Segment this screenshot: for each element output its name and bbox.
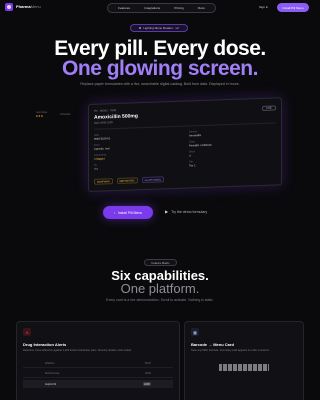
feature-card-interactions[interactable]: ⚠ Drug Interaction Alerts Real-time cros… — [16, 321, 180, 400]
row-value: MOD — [145, 372, 151, 375]
product-preview-card: RX · MENU · ITEM Amoxicillin 500mg NDC 0… — [88, 97, 282, 192]
field-key: NDC — [94, 133, 100, 137]
demo-button-label: Try the demo formulary — [171, 209, 208, 214]
row-key: Methotrexate — [45, 372, 60, 375]
card-field: Stock In — [189, 150, 195, 157]
row-severity-tag: LOW — [142, 382, 151, 386]
barcode-graphic — [219, 364, 269, 371]
card-field: Class Penicillin / Antibiotic — [189, 140, 212, 148]
hero-badge: Lighting Menu Reader · v2 — [130, 24, 188, 32]
field-value: Yes — [94, 167, 99, 171]
card-code: NDC 0093-3109 — [94, 121, 113, 125]
top-nav: PharmaMenu Features Integrations Pricing… — [0, 0, 320, 16]
logo-icon[interactable] — [5, 3, 13, 11]
field-key: Generic — [189, 130, 198, 134]
demo-button[interactable]: ▶ Try the demo formulary — [165, 209, 207, 214]
card-title: Amoxicillin 500mg — [94, 113, 138, 121]
card-status-badge: LIVE — [262, 105, 276, 111]
interaction-row-active[interactable]: Aspirin 81 LOW — [23, 380, 173, 388]
card-field: Tier Tier 1 — [189, 160, 196, 167]
field-value: Penicillin / Antibiotic — [189, 143, 212, 148]
install-button-label: Install Pill Menu — [117, 210, 143, 215]
feature-description: Real-time cross-reference against 1,200 … — [23, 349, 132, 352]
field-key: Form — [94, 143, 100, 147]
field-value: 0093-3109-01 — [94, 137, 111, 141]
card-divider — [94, 122, 276, 130]
side-annotation-value: 2.4 h — [36, 114, 43, 118]
field-value: Tier 1 — [189, 164, 196, 168]
field-key: Tier — [189, 160, 194, 164]
interaction-chips: WARFARIN METHOTREX ALLOPURINOL — [94, 176, 165, 185]
card-field: NDC 0093-3109-01 — [94, 133, 110, 141]
sign-in-link[interactable]: Sign in — [259, 5, 268, 9]
hero-headline-1: Every pill. Every dose. — [54, 37, 266, 60]
card-field: Generic Amoxicillin — [189, 130, 201, 137]
field-value: 3 flagged — [94, 157, 105, 161]
install-nav-button[interactable]: Install Pill Menu — [277, 3, 309, 12]
field-value: Amoxicillin — [189, 134, 202, 138]
nav-link-features[interactable]: Features — [118, 6, 130, 10]
field-key: Interactions — [94, 153, 107, 157]
interaction-row[interactable]: Methotrexate MOD — [23, 370, 173, 378]
nav-link-pricing[interactable]: Pricing — [174, 6, 183, 10]
brand-name[interactable]: PharmaMenu — [16, 4, 41, 9]
interaction-chip[interactable]: ALLOPURINOL — [141, 176, 165, 184]
hero-subtext: Replace paper formularies with a live, s… — [80, 82, 240, 86]
nav-link-docs[interactable]: Docs — [198, 6, 205, 10]
feature-title: Barcode → Menu Card — [191, 342, 234, 347]
card-field: Interactions 3 flagged — [94, 153, 106, 160]
row-key: Warfarin — [45, 362, 55, 365]
card-field: Rx Yes — [94, 164, 98, 171]
brand-suffix: Menu — [30, 4, 41, 9]
play-icon: ▶ — [165, 209, 169, 214]
live-dot-icon — [139, 27, 142, 29]
hero-badge-text: Lighting Menu Reader · v2 — [143, 26, 179, 30]
interaction-chip[interactable]: WARFARIN — [94, 178, 113, 185]
field-value: In — [189, 154, 192, 158]
field-value: Capsule, oral — [94, 147, 110, 151]
download-icon: ↓ — [113, 210, 116, 215]
install-button[interactable]: ↓ Install Pill Menu — [103, 206, 153, 219]
section-heading-2: One platform. — [120, 281, 200, 296]
row-value: HIGH — [144, 362, 151, 365]
section-subtext: Every card is a live demonstration. Scro… — [106, 298, 214, 302]
field-key: Stock — [189, 150, 195, 154]
feature-card-barcode[interactable]: ▦ Barcode → Menu Card Scan any NDC barco… — [184, 321, 304, 400]
row-key: Aspirin 81 — [45, 382, 57, 386]
brand-text: Pharma — [16, 4, 31, 9]
section-badge: Feature Matrix — [144, 259, 177, 266]
field-key: Rx — [94, 163, 97, 167]
landing-page: PharmaMenu Features Integrations Pricing… — [0, 0, 320, 400]
side-annotation-note: schedule — [60, 113, 71, 116]
hero-headline-2: One glowing screen. — [62, 57, 258, 80]
nav-link-integrations[interactable]: Integrations — [144, 6, 160, 10]
warning-icon: ⚠ — [23, 328, 31, 336]
feature-description: Scan any NDC barcode. Formulary card app… — [191, 349, 270, 352]
interaction-row[interactable]: Warfarin HIGH — [23, 360, 173, 368]
feature-title: Drug Interaction Alerts — [23, 342, 67, 347]
card-field: Form Capsule, oral — [94, 143, 109, 151]
interaction-chip[interactable]: METHOTREX — [116, 177, 138, 185]
barcode-scan-icon: ▦ — [191, 328, 199, 336]
nav-links: Features Integrations Pricing Docs — [107, 3, 216, 13]
card-top-label: RX · MENU · ITEM — [94, 109, 117, 113]
